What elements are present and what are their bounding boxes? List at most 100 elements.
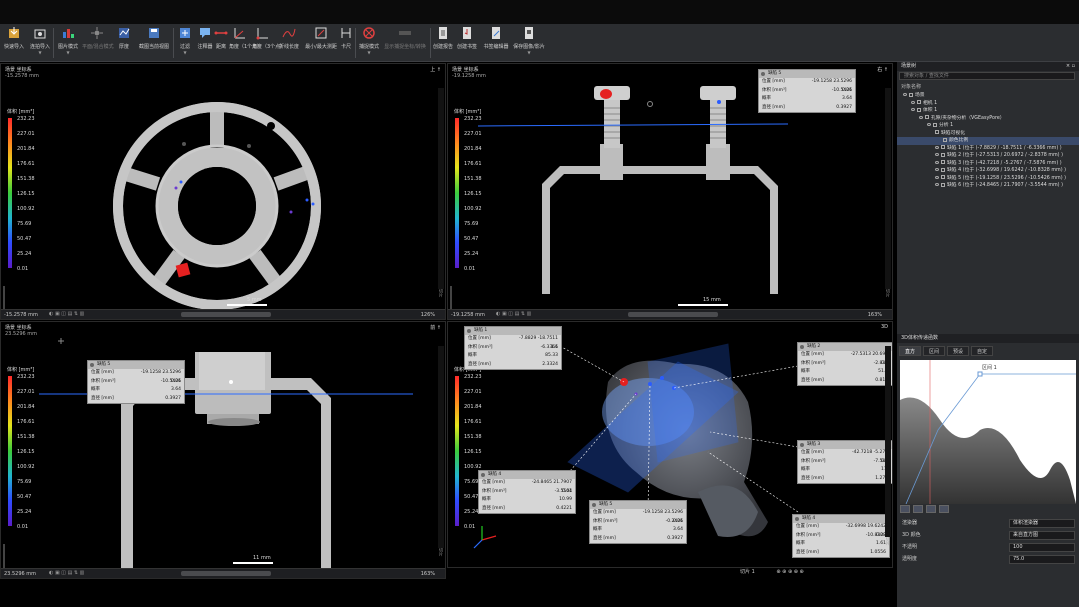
defect-info-card[interactable]: 缺陷 5 位置 [mm] -19.1258 23.5296 -0.2426 体积 … xyxy=(589,500,687,544)
tree-item[interactable]: 相机 1 xyxy=(897,100,1079,108)
checkbox[interactable] xyxy=(909,92,913,97)
scene-search-input[interactable]: 搜索对象 / 查找文件 xyxy=(899,72,1075,80)
ribbon-report[interactable]: 创建报告 xyxy=(432,26,454,60)
ribbon-render-mode[interactable]: 图片模式 ▼ xyxy=(56,26,80,60)
tree-item[interactable]: 分析 1 xyxy=(897,122,1079,130)
checkbox[interactable] xyxy=(941,160,945,164)
checkbox[interactable] xyxy=(941,152,945,157)
zoom-level[interactable]: 163% xyxy=(421,571,435,577)
checkbox[interactable] xyxy=(941,167,945,172)
tree-item[interactable]: 缺陷 2 (位于 (-27.5313 / 20.6972 / -2.8378 m… xyxy=(897,152,1079,160)
tab-custom[interactable]: 自定 xyxy=(971,346,994,356)
view-orientation[interactable]: 右 ↑ xyxy=(877,66,888,73)
defect-info-card[interactable]: 缺陷 4 位置 [mm] -24.8465 21.7907 -3.5544 体积 … xyxy=(478,470,576,514)
eye-icon[interactable] xyxy=(903,93,907,96)
ribbon-capture[interactable]: 连拍导入 ▼ xyxy=(28,26,52,60)
slice-slider[interactable] xyxy=(438,346,444,548)
ribbon-angle3[interactable]: 角度（3个点） xyxy=(252,26,285,60)
tree-item[interactable]: 缺陷 3 (位于 (-42.7218 / -5.2767 / -7.5876 m… xyxy=(897,160,1079,168)
ribbon-profile[interactable]: 厚度 xyxy=(114,26,134,60)
zoom-level[interactable]: 126% xyxy=(421,312,435,318)
checkbox[interactable] xyxy=(925,115,929,119)
prop-value[interactable]: 体积渲染器 xyxy=(1009,519,1075,528)
eye-icon[interactable] xyxy=(935,175,939,179)
close-icon[interactable]: × ▫ xyxy=(1066,62,1075,71)
tree-item[interactable]: 体积 1 xyxy=(897,107,1079,115)
slice-slider[interactable] xyxy=(438,88,444,289)
tree-item[interactable]: 缺陷 6 (位于 (-24.8465 / 21.7907 / -3.5544 m… xyxy=(897,182,1079,190)
eye-icon[interactable] xyxy=(919,115,923,119)
ribbon-bookmark[interactable]: 创建书签 xyxy=(456,26,478,60)
defect-info-card[interactable]: 缺陷 1 位置 [mm] -7.8829 -18.7511 -6.3366 体积 … xyxy=(464,326,562,370)
eye-icon[interactable] xyxy=(935,160,939,164)
tree-item[interactable]: 缺陷 5 (位于 (-19.1258 / 23.5296 / -10.5426 … xyxy=(897,175,1079,183)
tab-range[interactable]: 区间 xyxy=(923,346,946,356)
tree-item[interactable]: 颜色比例 xyxy=(897,137,1079,145)
ribbon-save-image[interactable]: 保存图像/影片 ▼ xyxy=(512,26,546,60)
checkbox[interactable] xyxy=(917,107,921,112)
tree-item[interactable]: 缺陷 1 (位于 (-7.8829 / -18.7511 / -6.3366 m… xyxy=(897,145,1079,153)
ribbon-curve[interactable]: 折线长度 xyxy=(277,26,301,60)
ribbon-distance[interactable]: 距离 xyxy=(214,26,228,60)
defect-info-card[interactable]: 缺陷 4 位置 [mm] -32.6998 19.6242 -10.8328 体积… xyxy=(792,514,890,558)
scroll-thumb[interactable] xyxy=(181,571,271,576)
eye-icon[interactable] xyxy=(935,153,939,156)
ribbon-minmax[interactable]: 最小/最大测距 xyxy=(303,26,339,60)
tool-icon[interactable] xyxy=(939,505,949,513)
viewport-scrollbar[interactable]: 23.5296 mm ◐ ▣ ◫ ▤ ⇅ ▥ 163% xyxy=(1,568,445,578)
view-orientation[interactable]: 3D xyxy=(881,324,888,330)
eye-icon[interactable] xyxy=(935,145,939,149)
checkbox[interactable] xyxy=(941,145,945,149)
eye-icon[interactable] xyxy=(911,100,915,104)
histogram-tools[interactable] xyxy=(900,505,952,515)
ribbon-annotation[interactable]: 注释器 xyxy=(196,26,214,60)
checkbox[interactable] xyxy=(943,137,947,142)
viewport-tools[interactable]: ◐ ▣ ◫ ▤ ⇅ ▥ xyxy=(49,311,84,317)
slice-slider[interactable] xyxy=(885,346,891,537)
ribbon-flat-mode[interactable]: 平面/混合模式 xyxy=(82,26,114,60)
tab-histogram[interactable]: 直方 xyxy=(899,346,922,356)
tool-icon[interactable] xyxy=(913,505,923,513)
status-icons[interactable]: ⊕ ⊕ ⊕ ⊕ ⊕ xyxy=(776,569,803,575)
defect-info-card[interactable]: 缺陷 5 位置 [mm] -19.1258 23.5296 -10.5426 体积… xyxy=(87,360,185,404)
ribbon-import[interactable]: 快速导入 xyxy=(2,26,26,60)
checkbox[interactable] xyxy=(941,175,945,179)
eye-icon[interactable] xyxy=(935,168,939,171)
ribbon-nudge[interactable]: 显示捕捉坐标/转换 xyxy=(382,26,428,60)
tree-item[interactable]: 孔隙/夹杂物分析（VGEasyPore） xyxy=(897,115,1079,123)
ribbon-save-view[interactable]: 截图当前视图 xyxy=(136,26,172,60)
histogram-plot[interactable]: 区间 1 xyxy=(900,360,1076,505)
ribbon-filter[interactable]: 过滤 ▼ xyxy=(176,26,194,60)
checkbox[interactable] xyxy=(917,100,921,104)
defect-info-card[interactable]: 缺陷 3 位置 [mm] -42.7218 -5.2767 -7.5876 体积 … xyxy=(797,440,892,484)
scroll-thumb[interactable] xyxy=(628,312,718,317)
tab-preset[interactable]: 预设 xyxy=(947,346,970,356)
viewport-top-right[interactable]: 场景 坐标系 -19.1258 mm 右 ↑ 体积 [mm³] 232.23 2… xyxy=(447,63,893,320)
checkbox[interactable] xyxy=(935,130,939,134)
viewport-bottom-left[interactable]: 场景 坐标系 23.5296 mm 前 ↑ 体积 [mm³] 232.23 22… xyxy=(0,321,446,579)
viewport-scrollbar[interactable]: -19.1258 mm ◐ ▣ ◫ ▤ ⇅ ▥ 163% xyxy=(448,309,892,319)
prop-value[interactable]: 来自直方图 xyxy=(1009,531,1075,540)
eye-icon[interactable] xyxy=(911,108,915,111)
checkbox[interactable] xyxy=(933,122,937,127)
eye-icon[interactable] xyxy=(935,183,939,186)
tree-item[interactable]: 缺陷 4 (位于 (-32.6998 / 19.6242 / -10.8328 … xyxy=(897,167,1079,175)
zoom-level[interactable]: 163% xyxy=(868,312,882,318)
ribbon-angle1[interactable]: 角度（1个点） xyxy=(229,26,262,60)
viewport-top-left[interactable]: 场景 坐标系 -15.2578 mm 上 ↑ 体积 [mm³] 232.23 2… xyxy=(0,63,446,320)
scroll-thumb[interactable] xyxy=(181,312,271,317)
ribbon-capture-mode[interactable]: 捕捉模式 ▼ xyxy=(358,26,380,60)
eye-icon[interactable] xyxy=(927,123,931,126)
defect-info-card[interactable]: 缺陷 5 位置 [mm] -19.1258 23.5296 -10.5426 体积… xyxy=(758,69,856,113)
prop-value[interactable]: 75.0 xyxy=(1009,555,1075,564)
checkbox[interactable] xyxy=(941,182,945,187)
tool-icon[interactable] xyxy=(900,505,910,513)
viewport-3d[interactable]: 3D 体积 [mm³] 232.23 227.01 201.84 176.61 … xyxy=(447,321,893,568)
prop-value[interactable]: 100 xyxy=(1009,543,1075,552)
tree-item[interactable]: 缺陷可视化 xyxy=(897,130,1079,138)
viewport-scrollbar[interactable]: -15.2578 mm ◐ ▣ ◫ ▤ ⇅ ▥ 126% xyxy=(1,309,445,319)
tree-item[interactable]: 场景 xyxy=(897,92,1079,100)
view-orientation[interactable]: 上 ↑ xyxy=(430,66,441,73)
viewport-tools[interactable]: ◐ ▣ ◫ ▤ ⇅ ▥ xyxy=(49,570,84,576)
view-orientation[interactable]: 前 ↑ xyxy=(430,324,441,331)
